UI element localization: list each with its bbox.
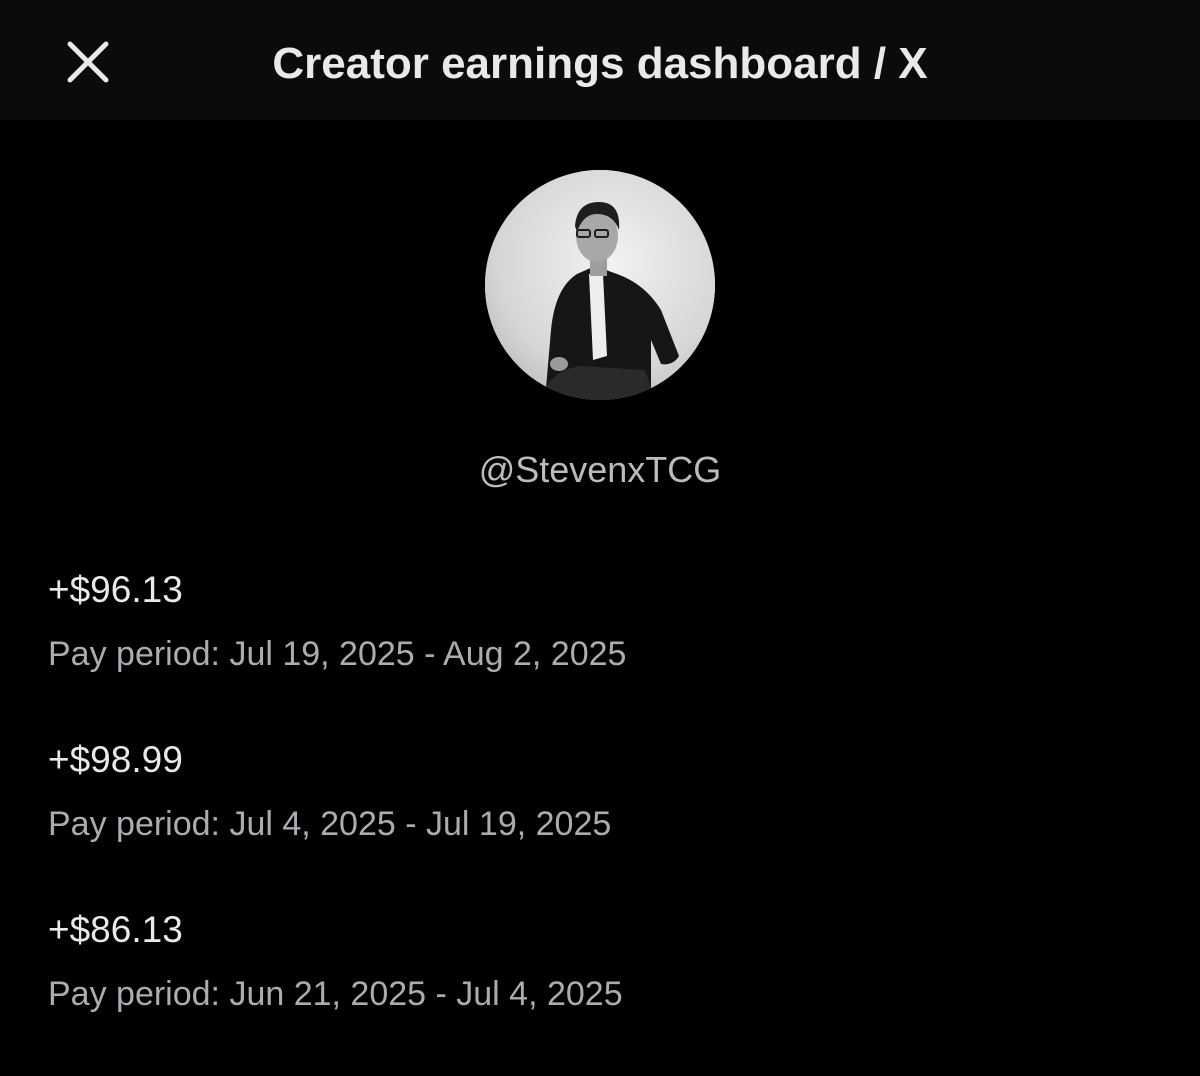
profile-handle: @StevenxTCG [478, 449, 722, 490]
page-title: Creator earnings dashboard / X [272, 39, 928, 88]
payout-list: +$96.13 Pay period: Jul 19, 2025 - Aug 2… [48, 566, 1152, 1076]
top-bar: Creator earnings dashboard / X [0, 0, 1200, 120]
payout-item[interactable]: +$96.13 Pay period: Jul 19, 2025 - Aug 2… [48, 566, 1152, 736]
pay-period: Pay period: Jun 21, 2025 - Jul 4, 2025 [48, 975, 623, 1013]
payout-amount: +$96.13 [48, 569, 183, 610]
payout-amount: +$86.13 [48, 909, 183, 950]
pay-period: Pay period: Jul 19, 2025 - Aug 2, 2025 [48, 635, 627, 673]
profile-photo [485, 170, 715, 400]
avatar[interactable] [485, 170, 715, 400]
pay-period: Pay period: Jul 4, 2025 - Jul 19, 2025 [48, 805, 612, 843]
payout-amount: +$98.99 [48, 739, 183, 780]
payout-item[interactable]: +$98.99 Pay period: Jul 4, 2025 - Jul 19… [48, 736, 1152, 906]
